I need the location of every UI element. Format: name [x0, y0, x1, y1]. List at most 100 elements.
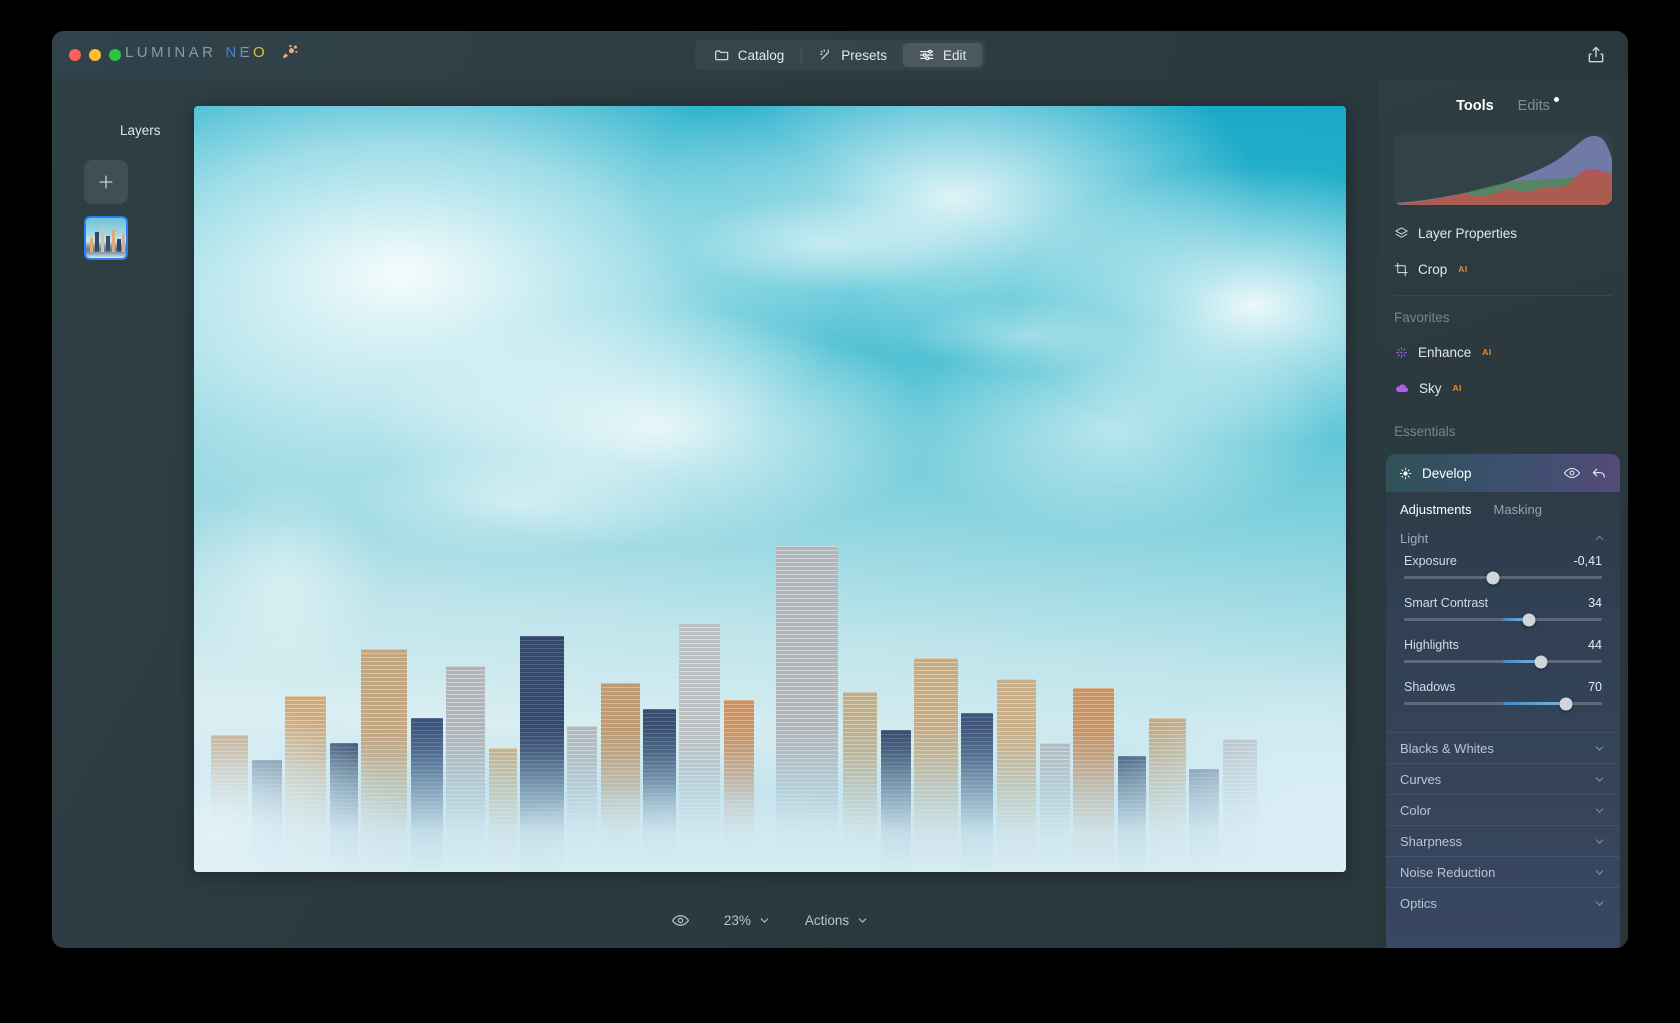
tab-edit-label: Edit: [943, 48, 966, 63]
develop-panel: Develop Adjustmen: [1386, 454, 1620, 948]
develop-body: Adjustments Masking Light Exposure-0,41 S…: [1386, 492, 1620, 948]
tab-adjustments[interactable]: Adjustments: [1400, 502, 1472, 517]
slider-highlights[interactable]: Highlights44: [1404, 638, 1602, 663]
title-bar: LUMINAR NEO Catalog: [52, 31, 1628, 79]
tool-sky[interactable]: Sky AI: [1394, 370, 1612, 406]
main-body: Layers: [52, 79, 1628, 948]
light-section-header[interactable]: Light: [1386, 525, 1620, 550]
tab-catalog[interactable]: Catalog: [698, 43, 801, 67]
chevron-down-icon: [1593, 866, 1606, 879]
chevron-down-icon: [1593, 773, 1606, 786]
histogram: [1394, 133, 1612, 205]
slider-exposure[interactable]: Exposure-0,41: [1404, 554, 1602, 579]
tool-crop-label: Crop: [1418, 262, 1447, 277]
puzzle-icon[interactable]: [280, 42, 299, 61]
slider-smart-contrast[interactable]: Smart Contrast 34: [1404, 596, 1602, 621]
section-noise-reduction[interactable]: Noise Reduction: [1386, 856, 1620, 887]
close-window-button[interactable]: [69, 49, 81, 61]
photo-cityscape: [194, 443, 1346, 872]
tab-edits[interactable]: Edits: [1518, 98, 1550, 114]
crop-icon: [1394, 262, 1409, 277]
slider-track[interactable]: [1404, 702, 1602, 705]
develop-tab-bar: Adjustments Masking: [1386, 492, 1620, 525]
collapsed-sections: Blacks & Whites Curves Color Sharpness Noise…: [1386, 732, 1620, 918]
tool-sky-label: Sky: [1419, 381, 1442, 396]
section-label: Noise Reduction: [1400, 865, 1495, 880]
eye-icon[interactable]: [671, 911, 690, 930]
photo-fog-right: [1046, 589, 1346, 872]
slider-shadows[interactable]: Shadows 70: [1404, 680, 1602, 705]
chevron-down-icon: [1593, 897, 1606, 910]
group-essentials-title: Essentials: [1394, 414, 1612, 448]
develop-header[interactable]: Develop: [1386, 454, 1620, 492]
brand-primary-label: LUMINAR: [125, 44, 216, 61]
tab-tools[interactable]: Tools: [1456, 98, 1494, 114]
tool-enhance[interactable]: Enhance AI: [1394, 334, 1612, 370]
window-controls: [69, 49, 121, 61]
slider-thumb[interactable]: [1487, 571, 1500, 584]
tool-layer-properties-label: Layer Properties: [1418, 226, 1517, 241]
tab-edit[interactable]: Edit: [903, 43, 982, 67]
canvas-area: 23% Actions: [162, 79, 1378, 948]
slider-thumb[interactable]: [1534, 655, 1547, 668]
slider-label: Shadows: [1404, 680, 1455, 694]
chevron-up-icon: [1593, 532, 1606, 545]
tools-tab-bar: Tools Edits: [1378, 79, 1628, 133]
tab-presets[interactable]: Presets: [801, 43, 903, 67]
canvas-bottom-bar: 23% Actions: [162, 911, 1378, 930]
slider-value: 44: [1588, 638, 1602, 652]
section-label: Optics: [1400, 896, 1437, 911]
layers-title: Layers: [120, 123, 162, 138]
undo-icon[interactable]: [1590, 464, 1608, 482]
section-blacks-whites[interactable]: Blacks & Whites: [1386, 732, 1620, 763]
tool-list: Layer Properties Crop AI Favorites: [1378, 205, 1628, 448]
minimize-window-button[interactable]: [89, 49, 101, 61]
chevron-down-icon: [1593, 742, 1606, 755]
ai-badge: AI: [1482, 347, 1491, 357]
slider-thumb[interactable]: [1522, 613, 1535, 626]
ai-badge: AI: [1453, 383, 1462, 393]
tab-tools-label: Tools: [1456, 98, 1494, 114]
tab-edits-label: Edits: [1518, 98, 1550, 114]
sun-icon: [1398, 466, 1413, 481]
maximize-window-button[interactable]: [109, 49, 121, 61]
actions-menu[interactable]: Actions: [805, 913, 869, 928]
tab-masking[interactable]: Masking: [1494, 502, 1542, 517]
eye-icon[interactable]: [1563, 464, 1581, 482]
app-brand: LUMINAR NEO: [125, 44, 299, 61]
add-layer-button[interactable]: [84, 160, 128, 204]
chevron-down-icon: [758, 914, 771, 927]
slider-track[interactable]: [1404, 576, 1602, 579]
light-section-label: Light: [1400, 531, 1428, 546]
chevron-down-icon: [1593, 835, 1606, 848]
actions-label: Actions: [805, 913, 849, 928]
folder-icon: [714, 47, 730, 63]
slider-label: Exposure: [1404, 554, 1457, 568]
edits-badge-dot: [1554, 97, 1559, 102]
slider-value: 70: [1588, 680, 1602, 694]
slider-row: Exposure-0,41: [1404, 554, 1602, 568]
tab-masking-label: Masking: [1494, 502, 1542, 517]
photo-canvas[interactable]: [194, 106, 1346, 872]
slider-track[interactable]: [1404, 660, 1602, 663]
app-window: LUMINAR NEO Catalog: [52, 31, 1628, 948]
tool-crop[interactable]: Crop AI: [1394, 251, 1612, 287]
section-label: Blacks & Whites: [1400, 741, 1494, 756]
slider-track[interactable]: [1404, 618, 1602, 621]
section-curves[interactable]: Curves: [1386, 763, 1620, 794]
tool-layer-properties[interactable]: Layer Properties: [1394, 215, 1612, 251]
tab-presets-label: Presets: [841, 48, 887, 63]
zoom-selector[interactable]: 23%: [724, 913, 771, 928]
slider-label: Smart Contrast: [1404, 596, 1488, 610]
section-color[interactable]: Color: [1386, 794, 1620, 825]
layer-thumbnail[interactable]: [84, 216, 128, 260]
chevron-down-icon: [1593, 804, 1606, 817]
section-sharpness[interactable]: Sharpness: [1386, 825, 1620, 856]
section-label: Color: [1400, 803, 1431, 818]
section-optics[interactable]: Optics: [1386, 887, 1620, 918]
slider-thumb[interactable]: [1560, 697, 1573, 710]
slider-value: 34: [1588, 596, 1602, 610]
share-icon[interactable]: [1586, 45, 1606, 65]
slider-row: Smart Contrast 34: [1404, 596, 1602, 610]
zoom-level-label: 23%: [724, 913, 751, 928]
